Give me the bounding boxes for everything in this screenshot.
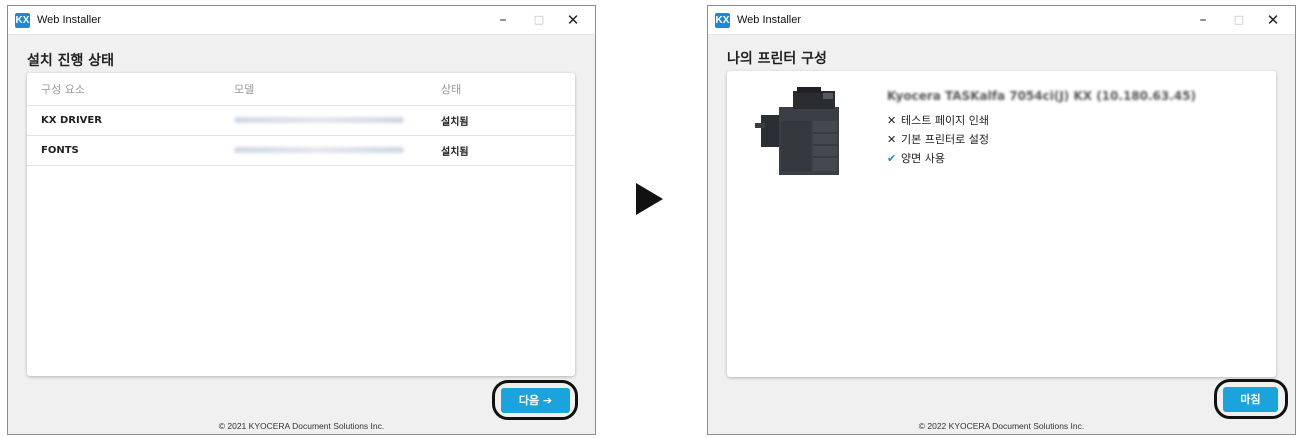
minimize-button[interactable]: – — [1185, 6, 1221, 34]
option-label: 양면 사용 — [901, 152, 945, 165]
copyright-footer: © 2022 KYOCERA Document Solutions Inc. — [918, 421, 1085, 431]
option-test-page: ✕ 테스트 페이지 인쇄 — [887, 112, 989, 128]
installer-window-progress: KX Web Installer – □ ✕ 설치 진행 상태 구성 요소 모델… — [7, 5, 596, 435]
printer-name-blurred: Kyocera TASKalfa 7054ci(J) KX (10.180.63… — [887, 89, 1196, 103]
copyright-footer: © 2021 KYOCERA Document Solutions Inc. — [218, 421, 385, 431]
title-bar: KX Web Installer – □ ✕ — [708, 6, 1295, 35]
table-row: FONTS 설치됨 — [27, 136, 575, 166]
progress-table: 구성 요소 모델 상태 KX DRIVER 설치됨 FONTS 설치됨 — [27, 73, 575, 376]
x-icon: ✕ — [887, 113, 897, 127]
column-header-model: 모델 — [234, 83, 255, 96]
app-icon: KX — [15, 12, 30, 28]
check-icon: ✔ — [887, 151, 897, 165]
printer-image — [755, 87, 839, 175]
status-value: 설치됨 — [441, 147, 469, 158]
window-title: Web Installer — [37, 14, 101, 26]
component-name: KX DRIVER — [41, 115, 102, 126]
x-icon: ✕ — [887, 132, 897, 146]
column-header-status: 상태 — [441, 83, 462, 96]
play-arrow-icon — [636, 183, 663, 215]
title-bar: KX Web Installer – □ ✕ — [8, 6, 595, 35]
installer-window-config: KX Web Installer – □ ✕ 나의 프린터 구성 Kyocera… — [707, 5, 1296, 435]
close-button[interactable]: ✕ — [555, 6, 591, 34]
maximize-button[interactable]: □ — [1221, 6, 1257, 34]
option-label: 테스트 페이지 인쇄 — [901, 114, 989, 127]
printer-config-card: Kyocera TASKalfa 7054ci(J) KX (10.180.63… — [727, 71, 1276, 377]
status-value: 설치됨 — [441, 117, 469, 128]
component-name: FONTS — [41, 145, 79, 156]
option-label: 기본 프린터로 설정 — [901, 133, 989, 146]
column-header-component: 구성 요소 — [41, 83, 85, 96]
model-value-blurred — [234, 115, 441, 126]
table-row: KX DRIVER 설치됨 — [27, 106, 575, 136]
model-value-blurred — [234, 145, 441, 156]
option-duplex: ✔ 양면 사용 — [887, 150, 945, 166]
table-header: 구성 요소 모델 상태 — [27, 73, 575, 106]
option-default-printer: ✕ 기본 프린터로 설정 — [887, 131, 989, 147]
page-title: 설치 진행 상태 — [27, 53, 115, 69]
app-icon: KX — [715, 12, 730, 28]
window-title: Web Installer — [737, 14, 801, 26]
minimize-button[interactable]: – — [485, 6, 521, 34]
maximize-button[interactable]: □ — [521, 6, 557, 34]
close-button[interactable]: ✕ — [1255, 6, 1291, 34]
page-title: 나의 프린터 구성 — [727, 51, 827, 67]
next-button[interactable]: 다음 ➔ — [501, 388, 570, 413]
finish-button[interactable]: 마침 — [1223, 387, 1278, 412]
